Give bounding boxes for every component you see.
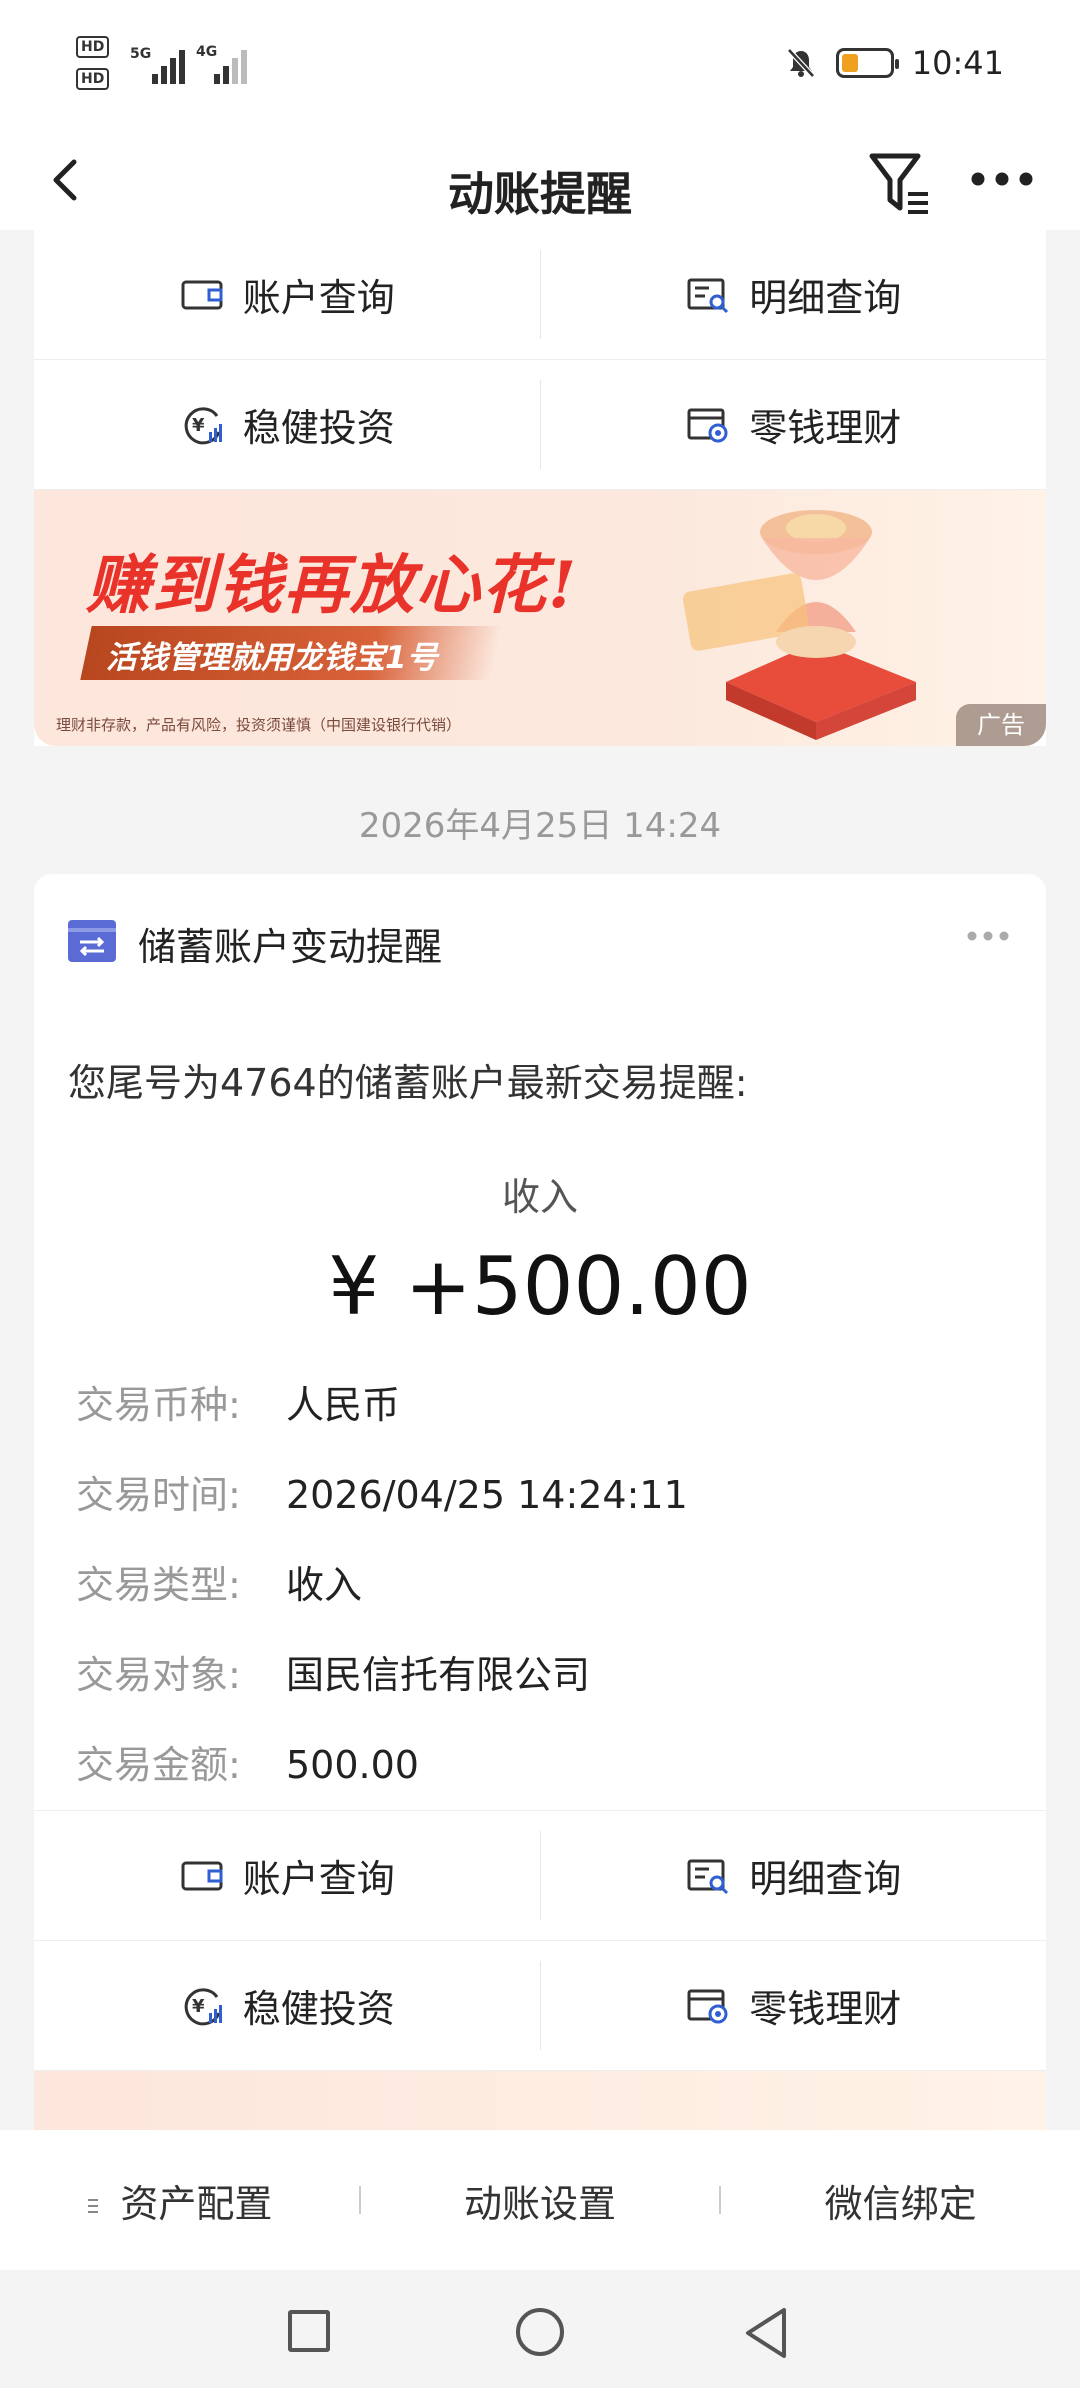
detail-query-label: 明细查询	[749, 276, 902, 320]
field-amount: 交易金额: 500.00	[76, 1734, 419, 1789]
status-bar: HD HD 5G 4G 10:41	[0, 0, 1080, 130]
yuan-chart-icon: ¥	[184, 1987, 222, 2025]
steady-invest-label: 稳健投资	[242, 1987, 395, 2031]
bottom-menu: 资产配置 动账设置 微信绑定	[0, 2130, 1080, 2270]
field-currency: 交易币种: 人民币	[76, 1374, 400, 1429]
hd-badge-sim1: HD	[76, 36, 110, 58]
message-more-icon[interactable]	[966, 926, 1010, 946]
more-options-icon[interactable]	[970, 164, 1034, 194]
coin-hourglass-illustration	[682, 510, 916, 740]
field-value: 500.00	[286, 1743, 419, 1787]
banner-subline: 活钱管理就用龙钱宝1号	[106, 640, 438, 676]
app-header: 动账提醒	[0, 130, 1080, 230]
notification-settings-tab[interactable]: 动账设置	[361, 2173, 720, 2228]
network-5g-label: 5G	[130, 46, 152, 62]
svg-text:¥: ¥	[192, 415, 205, 436]
ad-badge: 广告	[956, 704, 1046, 746]
clock: 10:41	[911, 44, 1004, 82]
previous-message-actions: 账户查询 明细查询 ¥ 稳健投资 零钱理财 赚到钱再放心花! 活钱管理就用龙钱宝…	[34, 230, 1046, 746]
detail-query-button[interactable]: 明细查询	[541, 230, 1047, 359]
message-intro: 您尾号为4764的储蓄账户最新交易提醒:	[68, 1061, 748, 1105]
wechat-binding-tab[interactable]: 微信绑定	[721, 2173, 1080, 2228]
field-key: 交易类型:	[76, 1563, 241, 1607]
field-value: 2026/04/25 14:24:11	[286, 1473, 688, 1517]
message-actions-row-2: ¥ 稳健投资 零钱理财	[34, 1941, 1046, 2071]
asset-allocation-tab[interactable]: 资产配置	[0, 2173, 359, 2228]
field-type: 交易类型: 收入	[76, 1554, 362, 1609]
account-query-label: 账户查询	[242, 276, 395, 320]
field-counterparty: 交易对象: 国民信托有限公司	[76, 1644, 590, 1699]
field-value: 人民币	[286, 1383, 401, 1427]
transaction-type-heading: 收入	[501, 1175, 578, 1219]
field-key: 交易币种:	[76, 1383, 241, 1427]
promo-banner[interactable]: 赚到钱再放心花! 活钱管理就用龙钱宝1号 理财非存款，产品有风险，投资须谨慎（中…	[34, 490, 1046, 746]
field-value: 国民信托有限公司	[286, 1653, 591, 1697]
actions-row-1: 账户查询 明细查询	[34, 230, 1046, 360]
change-wealth-button[interactable]: 零钱理财	[541, 360, 1047, 489]
transaction-amount: ¥ +500.00	[328, 1240, 752, 1333]
banner-headline: 赚到钱再放心花!	[86, 548, 579, 623]
wechat-binding-label: 微信绑定	[824, 2181, 977, 2226]
change-wealth-button[interactable]: 零钱理财	[541, 1941, 1047, 2070]
change-wealth-label: 零钱理财	[749, 406, 902, 450]
signal-4g-icon	[214, 44, 254, 84]
mute-bell-icon	[786, 48, 815, 78]
detail-search-icon	[687, 1859, 729, 1894]
yuan-chart-icon: ¥	[184, 406, 222, 444]
field-key: 交易对象:	[76, 1653, 241, 1697]
system-navigation-bar	[0, 2270, 1080, 2388]
steady-invest-label: 稳健投资	[242, 406, 395, 450]
asset-allocation-label: 资产配置	[120, 2181, 273, 2226]
account-query-button[interactable]: 账户查询	[34, 230, 540, 359]
message-title: 储蓄账户变动提醒	[138, 925, 443, 969]
actions-row-2: ¥ 稳健投资 零钱理财	[34, 360, 1046, 490]
transfer-card-icon	[68, 920, 116, 962]
message-header: 储蓄账户变动提醒	[34, 874, 1046, 1004]
message-actions-row-1: 账户查询 明细查询	[34, 1811, 1046, 1941]
wallet-icon	[181, 280, 223, 309]
field-time: 交易时间: 2026/04/25 14:24:11	[76, 1464, 688, 1519]
detail-query-button[interactable]: 明细查询	[541, 1811, 1047, 1940]
wealth-card-icon	[687, 408, 728, 442]
account-query-label: 账户查询	[242, 1857, 395, 1901]
menu-icon	[88, 2199, 99, 2213]
wallet-icon	[181, 1861, 223, 1890]
banner-disclaimer: 理财非存款，产品有风险，投资须谨慎（中国建设银行代销）	[56, 716, 462, 734]
recent-apps-icon[interactable]	[288, 2310, 330, 2352]
field-key: 交易金额:	[76, 1743, 241, 1787]
signal-indicators: HD HD 5G 4G	[76, 34, 256, 96]
message-actions: 账户查询 明细查询 ¥ 稳健投资 零钱理财	[34, 1810, 1046, 2131]
nav-back-icon[interactable]	[742, 2306, 792, 2360]
detail-query-label: 明细查询	[749, 1857, 902, 1901]
steady-invest-button[interactable]: ¥ 稳健投资	[34, 360, 540, 489]
detail-search-icon	[687, 278, 729, 313]
wealth-card-icon	[687, 1989, 728, 2023]
battery-icon	[835, 48, 899, 78]
status-right: 10:41	[784, 38, 1004, 88]
next-banner-peek	[34, 2071, 1046, 2131]
svg-text:¥: ¥	[192, 1996, 205, 2017]
notification-settings-label: 动账设置	[464, 2181, 617, 2226]
filter-icon[interactable]	[866, 150, 936, 220]
transaction-message-card: 储蓄账户变动提醒 您尾号为4764的储蓄账户最新交易提醒: 收入 ¥ +500.…	[34, 874, 1046, 2131]
hd-badge-sim2: HD	[76, 68, 110, 90]
change-wealth-label: 零钱理财	[749, 1987, 902, 2031]
signal-5g-icon	[152, 44, 192, 84]
field-key: 交易时间:	[76, 1473, 241, 1517]
home-icon[interactable]	[516, 2308, 564, 2356]
account-query-button[interactable]: 账户查询	[34, 1811, 540, 1940]
message-timestamp: 2026年4月25日 14:24	[358, 806, 722, 846]
steady-invest-button[interactable]: ¥ 稳健投资	[34, 1941, 540, 2070]
field-value: 收入	[286, 1563, 363, 1607]
